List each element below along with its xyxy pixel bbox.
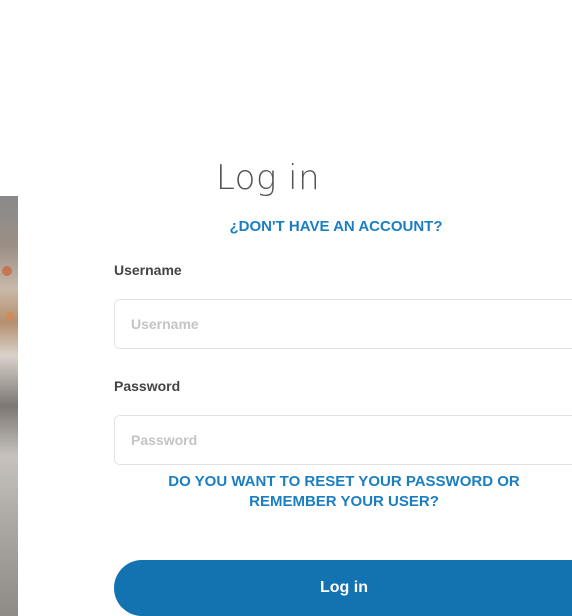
username-input[interactable] xyxy=(114,299,572,349)
background-photo xyxy=(0,196,18,616)
reset-password-link[interactable]: DO YOU WANT TO RESET YOUR PASSWORD OR RE… xyxy=(114,472,572,512)
page-title: Log in xyxy=(215,158,321,198)
signup-link[interactable]: ¿DON'T HAVE AN ACCOUNT? xyxy=(0,218,554,235)
photo-detail xyxy=(6,312,14,320)
password-label: Password xyxy=(114,378,181,394)
login-button[interactable]: Log in xyxy=(114,560,572,616)
login-page: Log in ¿DON'T HAVE AN ACCOUNT? Username … xyxy=(0,0,572,616)
username-label: Username xyxy=(114,262,182,278)
reset-link-line-2: REMEMBER YOUR USER? xyxy=(249,493,439,510)
reset-link-line-1: DO YOU WANT TO RESET YOUR PASSWORD OR xyxy=(168,473,520,490)
password-input[interactable] xyxy=(114,415,572,465)
photo-detail xyxy=(2,266,12,276)
